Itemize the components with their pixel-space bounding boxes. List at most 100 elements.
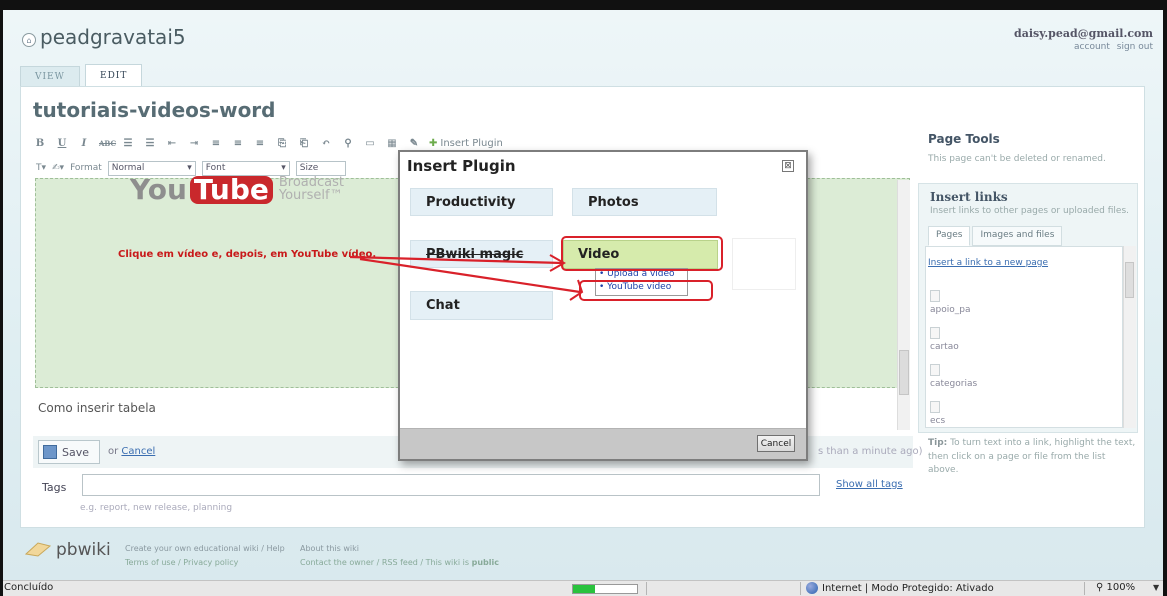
chevron-down-icon[interactable]: ▼ <box>1153 583 1159 592</box>
page-icon <box>930 401 940 413</box>
floppy-disk-icon <box>43 445 57 459</box>
window-frame-top <box>0 0 1167 10</box>
format-label: Format <box>70 163 102 173</box>
security-zone[interactable]: Internet | Modo Protegido: Ativado <box>806 582 994 594</box>
tip-label: Tip: <box>928 438 948 448</box>
tags-hint: e.g. report, new release, planning <box>80 503 233 513</box>
footer-contact[interactable]: Contact the owner / RSS feed / This wiki… <box>300 556 499 570</box>
show-all-tags-link[interactable]: Show all tags <box>836 479 903 490</box>
wiki-name[interactable]: peadgravatai5 <box>40 25 186 49</box>
youtube-tagline-line2: Yourself™ <box>278 188 343 203</box>
insert-plugin-label: Insert Plugin <box>440 137 503 149</box>
list-item[interactable]: ecs <box>930 401 1080 426</box>
page-name: categorias <box>930 379 978 389</box>
list-item[interactable]: apoio_pa <box>930 290 1080 315</box>
tip-body: To turn text into a link, highlight the … <box>928 438 1136 475</box>
status-divider <box>646 582 647 595</box>
cancel-link[interactable]: Cancel <box>121 446 155 457</box>
copy-icon[interactable]: ⎘ <box>275 138 289 149</box>
zoom-level[interactable]: ⚲ 100% <box>1096 582 1135 593</box>
link-icon[interactable]: ⚲ <box>341 138 355 149</box>
user-links: account sign out <box>1070 42 1153 52</box>
list-item[interactable]: categorias <box>930 364 1080 389</box>
footer-terms[interactable]: Terms of use / Privacy policy <box>125 556 285 570</box>
tab-pages[interactable]: Pages <box>928 226 971 246</box>
status-divider <box>1084 582 1085 595</box>
status-divider <box>800 582 801 595</box>
insert-new-page-link[interactable]: Insert a link to a new page <box>928 258 1048 268</box>
undo-icon[interactable]: ↶ <box>319 138 333 149</box>
footer-create-wiki[interactable]: Create your own educational wiki / Help <box>125 542 285 556</box>
table-icon[interactable]: ▦ <box>385 138 399 149</box>
ordered-list-icon[interactable]: ☰ <box>121 138 135 149</box>
page-icon <box>930 364 940 376</box>
image-icon[interactable]: ▭ <box>363 138 377 149</box>
footer-public-label: public <box>471 557 499 567</box>
save-button[interactable]: Save <box>38 440 100 464</box>
page-tools-note: This page can't be deleted or renamed. <box>928 154 1106 164</box>
align-right-icon[interactable]: ≡ <box>253 138 267 149</box>
window-frame-right <box>1163 0 1167 596</box>
footer-brand[interactable]: pbwiki <box>56 540 111 560</box>
footer-about[interactable]: About this wiki <box>300 542 499 556</box>
underline-button[interactable]: U <box>55 138 69 149</box>
indent-icon[interactable]: ⇥ <box>187 138 201 149</box>
tip-text: Tip: To turn text into a link, highlight… <box>928 437 1138 478</box>
pbwiki-logo-icon <box>24 542 52 557</box>
format-select-value: Normal <box>111 163 145 173</box>
youtube-highlight-box <box>579 280 713 301</box>
plugin-productivity[interactable]: Productivity <box>410 188 553 216</box>
zoom-value: 100% <box>1106 582 1136 593</box>
globe-icon <box>806 582 818 594</box>
youtube-tagline: Broadcast Yourself™ <box>279 176 344 202</box>
chevron-down-icon: ▾ <box>281 163 286 173</box>
tab-edit[interactable]: EDIT <box>85 64 143 86</box>
footer-contact-text: Contact the owner / RSS feed / This wiki… <box>300 557 472 567</box>
page-tools-title: Page Tools <box>928 132 1000 146</box>
align-left-icon[interactable]: ≡ <box>209 138 223 149</box>
tab-images-and-files[interactable]: Images and files <box>972 226 1063 246</box>
plugin-photos[interactable]: Photos <box>572 188 717 216</box>
page-icon <box>930 290 940 302</box>
outdent-icon[interactable]: ⇤ <box>165 138 179 149</box>
font-select-value: Font <box>205 163 226 173</box>
plugin-icon: ✚ <box>429 137 438 149</box>
youtube-logo-you: You <box>130 173 187 206</box>
chevron-down-icon: ▾ <box>187 163 192 173</box>
editor-scrollbar-thumb[interactable] <box>899 350 909 395</box>
wiki-home-icon[interactable]: ⌂ <box>22 33 36 47</box>
dialog-title: Insert Plugin <box>407 157 516 175</box>
user-email: daisy.pead@gmail.com <box>1014 27 1153 40</box>
instruction-annotation: Clique em vídeo e, depois, em YouTube ví… <box>118 249 377 260</box>
status-text: Concluído <box>4 582 54 593</box>
tab-view[interactable]: VIEW <box>20 66 80 86</box>
account-link[interactable]: account <box>1074 42 1110 52</box>
video-tile-extension <box>732 238 796 290</box>
dialog-cancel-button[interactable]: Cancel <box>757 435 795 452</box>
clean-icon[interactable]: ✎ <box>407 138 421 149</box>
page-name: cartao <box>930 342 959 352</box>
save-label: Save <box>62 445 90 459</box>
insert-links-title: Insert links <box>930 190 1008 204</box>
arrow-to-youtube <box>359 257 581 294</box>
strikethrough-button[interactable]: ABC <box>99 139 116 148</box>
unordered-list-icon[interactable]: ☰ <box>143 138 157 149</box>
or-label: or <box>108 446 119 457</box>
close-icon[interactable]: ⊠ <box>782 160 794 172</box>
editor-heading: Como inserir tabela <box>38 401 156 415</box>
highlight-color-icon[interactable]: ✍▾ <box>52 163 64 173</box>
align-center-icon[interactable]: ≡ <box>231 138 245 149</box>
insert-plugin-button[interactable]: ✚ Insert Plugin <box>429 138 503 149</box>
insert-links-tabs: Pages Images and files <box>928 226 1064 246</box>
size-select[interactable]: Size <box>295 160 346 176</box>
tags-input[interactable] <box>82 474 820 496</box>
text-color-icon[interactable]: T▾ <box>36 163 46 173</box>
footer-links-left: Create your own educational wiki / Help … <box>125 542 285 569</box>
list-item[interactable]: cartao <box>930 327 1080 352</box>
magnifier-icon: ⚲ <box>1096 582 1104 593</box>
bold-button[interactable]: B <box>33 138 47 149</box>
signout-link[interactable]: sign out <box>1117 42 1153 52</box>
pages-list-scrollbar-thumb[interactable] <box>1125 262 1134 298</box>
italic-button[interactable]: I <box>77 138 91 149</box>
paste-icon[interactable]: ⎗ <box>297 138 311 149</box>
